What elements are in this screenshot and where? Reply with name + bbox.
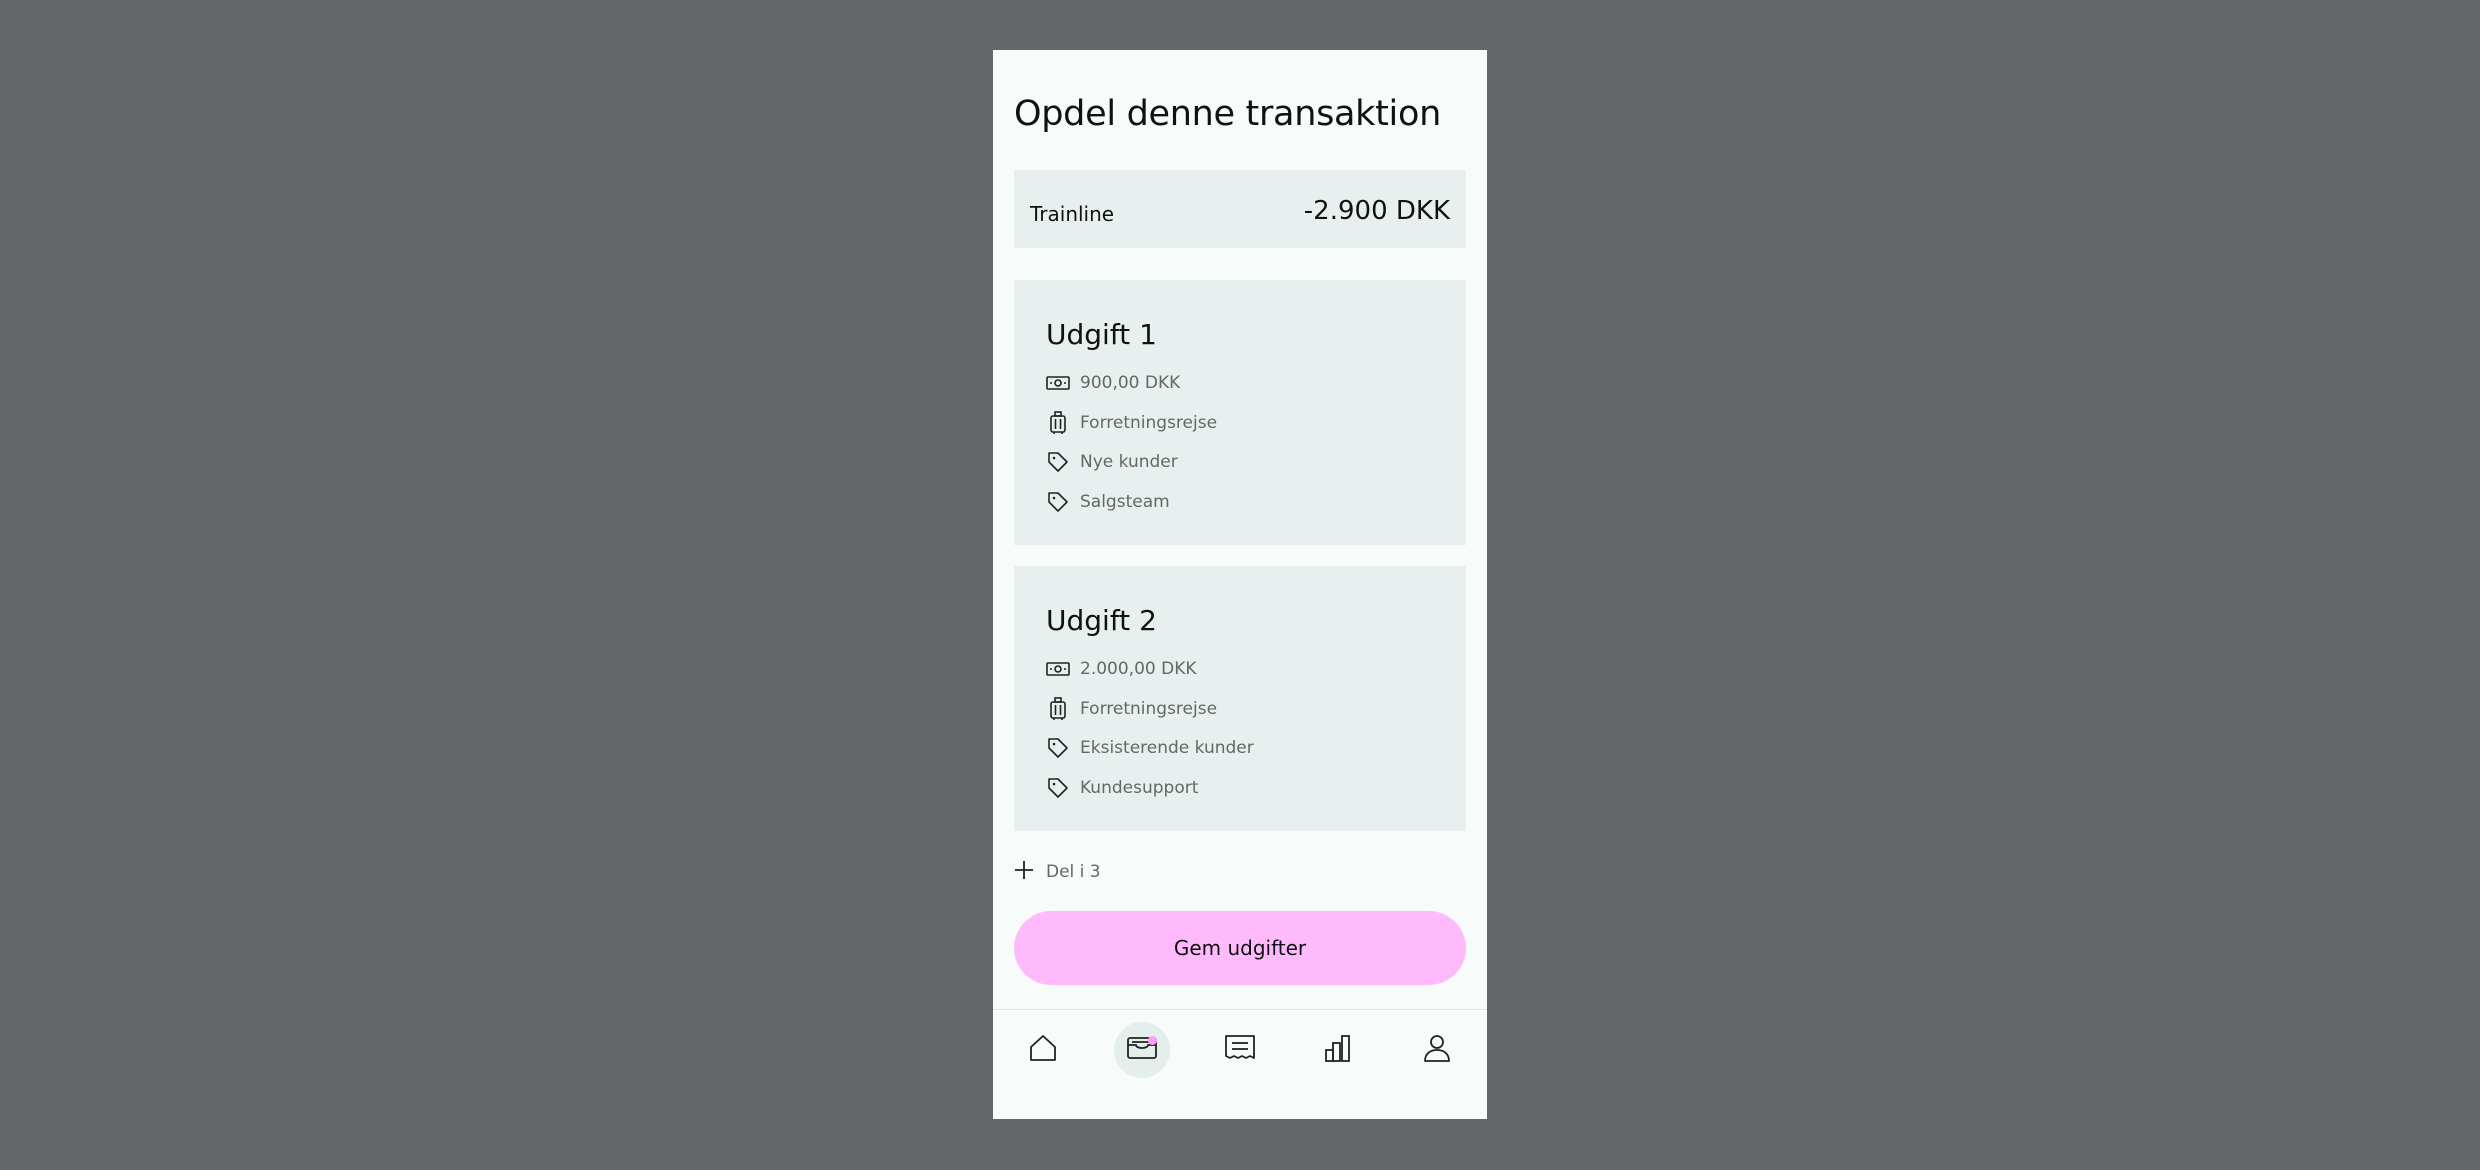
- tag-icon: [1046, 490, 1070, 514]
- nav-home[interactable]: [1015, 1022, 1071, 1078]
- expense-card-2[interactable]: Udgift 2 2.000,00 DKK Forretningsrejse E…: [1014, 566, 1466, 831]
- luggage-icon: [1046, 411, 1070, 435]
- expense-tag-row: Kundesupport: [1046, 775, 1198, 801]
- transaction-summary: Trainline -2.900 DKK: [1014, 170, 1466, 248]
- add-split-label: Del i 3: [1046, 862, 1101, 882]
- profile-icon: [1422, 1033, 1452, 1067]
- transaction-amount: -2.900 DKK: [1303, 196, 1450, 226]
- tag-icon: [1046, 776, 1070, 800]
- expense-card-1[interactable]: Udgift 1 900,00 DKK Forretningsrejse Nye…: [1014, 280, 1466, 545]
- nav-insights[interactable]: [1310, 1022, 1366, 1078]
- expense-amount: 2.000,00 DKK: [1080, 659, 1197, 679]
- expense-tag-row: Salgsteam: [1046, 489, 1170, 515]
- plus-icon: [1014, 860, 1034, 884]
- expense-tag: Nye kunder: [1080, 452, 1178, 472]
- expense-tag: Kundesupport: [1080, 778, 1199, 798]
- expense-tag: Eksisterende kunder: [1080, 738, 1254, 758]
- add-split-button[interactable]: Del i 3: [1014, 860, 1101, 884]
- nav-inbox[interactable]: [1114, 1022, 1170, 1078]
- nav-receipts[interactable]: [1212, 1022, 1268, 1078]
- luggage-icon: [1046, 697, 1070, 721]
- expense-amount: 900,00 DKK: [1080, 373, 1181, 393]
- expense-tag-row: Eksisterende kunder: [1046, 735, 1254, 761]
- phone-screen: Opdel denne transaktion Trainline -2.900…: [993, 50, 1487, 1119]
- chart-icon: [1323, 1033, 1353, 1067]
- expense-category-row: Forretningsrejse: [1046, 696, 1217, 722]
- expense-tag: Salgsteam: [1080, 492, 1170, 512]
- transaction-merchant: Trainline: [1030, 202, 1115, 226]
- save-expenses-button[interactable]: Gem udgifter: [1014, 911, 1466, 985]
- home-icon: [1028, 1033, 1058, 1067]
- notification-dot: [1148, 1036, 1157, 1045]
- bottom-nav: [993, 1009, 1487, 1119]
- expense-tag-row: Nye kunder: [1046, 449, 1178, 475]
- tag-icon: [1046, 450, 1070, 474]
- banknote-icon: [1046, 371, 1070, 395]
- banknote-icon: [1046, 657, 1070, 681]
- expense-amount-row: 900,00 DKK: [1046, 370, 1180, 396]
- tag-icon: [1046, 736, 1070, 760]
- nav-profile[interactable]: [1409, 1022, 1465, 1078]
- expense-amount-row: 2.000,00 DKK: [1046, 656, 1197, 682]
- page-title: Opdel denne transaktion: [1014, 94, 1441, 134]
- expense-category-row: Forretningsrejse: [1046, 410, 1217, 436]
- expense-category: Forretningsrejse: [1080, 699, 1218, 719]
- expense-category: Forretningsrejse: [1080, 413, 1218, 433]
- receipt-icon: [1224, 1034, 1256, 1066]
